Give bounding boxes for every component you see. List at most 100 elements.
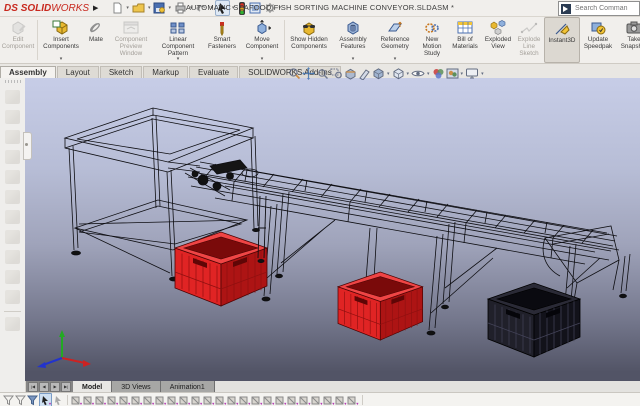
chevron-down-icon[interactable]: ▾ [387,71,390,77]
filter-center-marks-icon[interactable]: ▾ [203,394,214,406]
filter-gtols-icon[interactable]: ▾ [275,394,286,406]
zoom-to-area-icon[interactable] [302,67,315,80]
feature-tool-icon[interactable] [5,150,20,164]
take-snapshot-button[interactable]: Take Snapshot [616,17,640,63]
assembly-features-button[interactable]: Assembly Features ▾ [332,17,374,63]
select-other-cursor-icon[interactable] [53,394,63,406]
hide-show-items-icon[interactable] [411,67,425,80]
view-settings-icon[interactable] [465,67,479,80]
filter-notes-icon[interactable]: ▾ [251,394,262,406]
new-motion-study-button[interactable]: New Motion Study [416,17,448,63]
instant3d-button[interactable]: Instant3D [544,17,580,63]
chevron-down-icon[interactable]: ▾ [481,71,484,77]
feature-tool-icon[interactable] [5,230,20,244]
first-tab-icon[interactable]: |◀ [28,382,38,392]
filter-centerlines-icon[interactable]: ▾ [215,394,226,406]
chevron-down-icon[interactable]: ▾ [261,57,264,63]
explode-line-sketch-button[interactable]: Explode Line Sketch [514,17,544,63]
dark-crate[interactable] [488,283,580,357]
feature-tool-icon[interactable] [5,250,20,264]
chevron-down-icon[interactable]: ▾ [279,5,282,11]
apply-scene-icon[interactable] [446,67,459,80]
red-crate-2[interactable] [338,272,423,340]
chevron-down-icon[interactable]: ▾ [407,71,410,77]
search-input[interactable] [573,4,640,13]
filter-balloons-icon[interactable]: ▾ [263,394,274,406]
feature-tool-icon[interactable] [5,270,20,284]
filter-origins-icon[interactable]: ▾ [143,394,154,406]
filter-faces-icon[interactable]: ▾ [95,394,106,406]
filter-funnel-icon[interactable] [3,394,14,406]
last-tab-icon[interactable]: ▶| [61,382,71,392]
red-crate-1[interactable] [175,232,267,306]
select-cursor-icon[interactable]: ▾ [39,393,52,406]
filter-edges-icon[interactable]: ▾ [83,394,94,406]
filter-axes-icon[interactable]: ▾ [119,394,130,406]
apply-filters-funnel-icon[interactable] [27,394,38,406]
save-icon[interactable] [152,1,166,15]
filter-solid-bodies-icon[interactable]: ▾ [107,394,118,406]
chevron-down-icon[interactable]: ▾ [168,5,171,11]
panel-collapse-handle[interactable] [23,132,32,160]
chevron-down-icon[interactable]: ▾ [126,5,129,11]
chevron-down-icon[interactable]: ▾ [60,57,63,63]
feature-tool-icon[interactable] [5,170,20,184]
smart-fasteners-button[interactable]: Smart Fasteners [203,17,241,63]
component-preview-window-button[interactable]: Component Preview Window [109,17,153,63]
edit-component-button[interactable]: Edit Component [0,17,36,63]
filter-connection-points-icon[interactable]: ▾ [335,394,346,406]
undo-icon[interactable] [194,1,208,15]
mate-button[interactable]: Mate [83,17,109,63]
filter-blocks-icon[interactable]: ▾ [323,394,334,406]
filter-weld-symbols-icon[interactable]: ▾ [299,394,310,406]
feature-tool-icon[interactable] [5,190,20,204]
tab-sketch[interactable]: Sketch [100,66,142,78]
chevron-down-icon[interactable]: ▾ [190,5,193,11]
search-commands-box[interactable] [558,1,640,16]
filter-planes-icon[interactable]: ▾ [131,394,142,406]
tab-layout[interactable]: Layout [57,66,99,78]
filter-sketch-points-icon[interactable]: ▾ [167,394,178,406]
tab-assembly[interactable]: Assembly [0,66,56,78]
open-folder-icon[interactable] [131,1,146,15]
previous-tab-icon[interactable]: ◀ [39,382,49,392]
new-document-icon[interactable] [110,1,124,15]
options-gear-icon[interactable] [263,1,277,15]
move-component-button[interactable]: Move Component ▾ [241,17,283,63]
feature-tool-icon[interactable] [5,110,20,124]
view-orientation-icon[interactable] [372,67,385,80]
filter-coordinate-systems-icon[interactable]: ▾ [155,394,166,406]
zoom-to-fit-icon[interactable] [288,67,301,80]
feature-tool-icon[interactable] [5,130,20,144]
chevron-down-icon[interactable]: ▾ [148,5,151,11]
exploded-view-button[interactable]: Exploded View [482,17,514,63]
resource-monitor-icon[interactable] [237,1,247,15]
magnifier-icon[interactable] [330,67,343,80]
tab-3d-views[interactable]: 3D Views [112,381,160,392]
reference-geometry-button[interactable]: Reference Geometry ▾ [374,17,416,63]
feature-tool-icon[interactable] [5,290,20,304]
edit-appearance-icon[interactable] [432,67,445,80]
linear-component-pattern-button[interactable]: Linear Component Pattern ▾ [153,17,203,63]
dynamic-annotation-icon[interactable] [358,67,371,80]
insert-components-button[interactable]: Insert Components ▾ [39,17,83,63]
chevron-down-icon[interactable]: ▾ [427,71,430,77]
select-cursor-icon[interactable] [215,0,230,16]
update-speedpak-button[interactable]: Update Speedpak [580,17,616,63]
graphics-viewport[interactable] [25,78,640,381]
filter-sketch-segments-icon[interactable]: ▾ [179,394,190,406]
chevron-down-icon[interactable]: ▾ [210,5,213,11]
chevron-down-icon[interactable]: ▾ [461,71,464,77]
chevron-down-icon[interactable]: ▾ [352,57,355,63]
chevron-down-icon[interactable]: ▾ [232,5,235,11]
chevron-down-icon[interactable]: ▾ [177,57,180,63]
filter-vertices-icon[interactable]: ▾ [71,394,82,406]
filter-surface-finish-icon[interactable]: ▾ [311,394,322,406]
chevron-down-icon[interactable]: ▾ [394,57,397,63]
show-hidden-components-button[interactable]: Show Hidden Components [286,17,332,63]
tab-model[interactable]: Model [73,381,112,392]
feature-tool-icon[interactable] [5,317,20,331]
section-view-icon[interactable] [344,67,357,80]
next-tab-icon[interactable]: ▶ [50,382,60,392]
previous-view-icon[interactable] [316,67,329,80]
